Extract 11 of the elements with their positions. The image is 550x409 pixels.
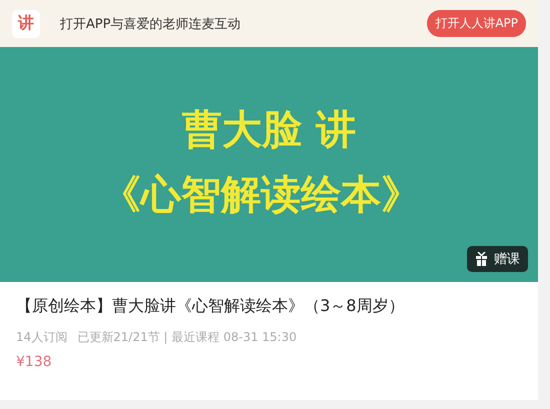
gift-course-button[interactable]: 赠课: [467, 246, 528, 272]
subscriber-count: 14人订阅: [16, 329, 68, 346]
course-title: 【原创绘本】曹大脸讲《心智解读绘本》（3～8周岁）: [16, 296, 406, 317]
course-price: ¥138: [16, 354, 53, 370]
cover-subtitle: 《心智解读绘本》: [101, 170, 421, 220]
gift-icon: [475, 252, 488, 266]
promo-text: 打开APP与喜爱的老师连麦互动: [60, 16, 242, 32]
app-logo: 讲: [12, 10, 40, 38]
cover-title: 曹大脸 讲: [182, 106, 356, 154]
open-app-button[interactable]: 打开人人讲APP: [427, 10, 526, 37]
update-info: 已更新21/21节 | 最近课程 08-31 15:30: [77, 329, 297, 346]
